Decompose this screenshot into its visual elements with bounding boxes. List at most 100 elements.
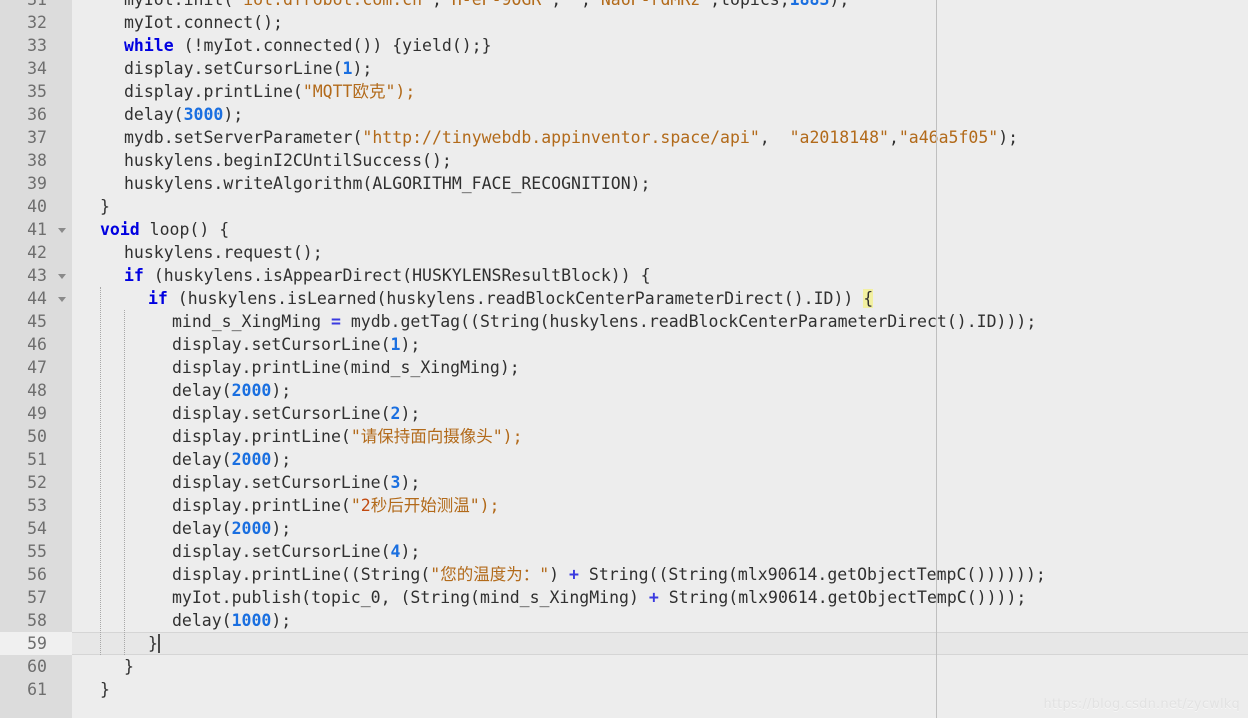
gutter-row[interactable]: 45 [0, 310, 72, 333]
gutter-row[interactable]: 59 [0, 632, 72, 655]
gutter-row[interactable]: 46 [0, 333, 72, 356]
code-line[interactable]: huskylens.writeAlgorithm(ALGORITHM_FACE_… [72, 172, 1248, 195]
code-line[interactable]: if (huskylens.isLearned(huskylens.readBl… [72, 287, 1248, 310]
gutter-row[interactable]: 41 [0, 218, 72, 241]
code-token: ); [998, 128, 1019, 147]
code-line[interactable]: display.printLine("请保持面向摄像头"); [72, 425, 1248, 448]
code-token: 请保持面向摄像头 [360, 427, 493, 446]
code-line[interactable]: while (!myIot.connected()) {yield();} [72, 34, 1248, 57]
code-line[interactable]: void loop() { [72, 218, 1248, 241]
chevron-down-icon[interactable] [58, 274, 66, 279]
code-token: , [551, 0, 561, 9]
gutter-row[interactable]: 54 [0, 517, 72, 540]
code-token: 3 [390, 473, 401, 492]
gutter-row[interactable]: 57 [0, 586, 72, 609]
code-token: ) [549, 565, 570, 584]
text-caret [157, 634, 160, 653]
code-token: "); [492, 427, 523, 446]
gutter-row[interactable]: 43 [0, 264, 72, 287]
code-line[interactable]: display.printLine(mind_s_XingMing); [72, 356, 1248, 379]
code-content-area[interactable]: myIot.init("iot.dfrobot.com.cn","H-eP-9O… [72, 0, 1248, 718]
code-line[interactable]: delay(2000); [72, 517, 1248, 540]
code-line[interactable]: } [72, 195, 1248, 218]
line-number: 52 [27, 473, 47, 492]
code-token: delay( [124, 105, 184, 124]
code-token: if [148, 289, 168, 308]
code-token: ); [352, 59, 373, 78]
line-number: 51 [27, 450, 47, 469]
code-line[interactable]: display.printLine("2秒后开始测温"); [72, 494, 1248, 517]
code-line[interactable]: display.setCursorLine(1); [72, 57, 1248, 80]
line-number-gutter[interactable]: 31 32 33 34 35 36 37 38 39 40 41 42 43 44 45 46 47 48 49 50… [0, 0, 72, 718]
code-line[interactable]: mind_s_XingMing = mydb.getTag((String(hu… [72, 310, 1248, 333]
gutter-row[interactable]: 53 [0, 494, 72, 517]
gutter-row[interactable]: 36 [0, 103, 72, 126]
gutter-row[interactable]: 49 [0, 402, 72, 425]
gutter-row[interactable]: 40 [0, 195, 72, 218]
gutter-row[interactable]: 39 [0, 172, 72, 195]
code-token: display.printLine(mind_s_XingMing); [172, 358, 520, 377]
code-token: + [648, 588, 659, 607]
gutter-row[interactable]: 34 [0, 57, 72, 80]
line-number: 46 [27, 335, 47, 354]
code-line[interactable]: myIot.init("iot.dfrobot.com.cn","H-eP-9O… [72, 0, 1248, 11]
gutter-row[interactable]: 61 [0, 678, 72, 701]
code-line[interactable]: } [72, 655, 1248, 678]
gutter-row[interactable]: 37 [0, 126, 72, 149]
line-number: 55 [27, 542, 47, 561]
code-line[interactable]: if (huskylens.isAppearDirect(HUSKYLENSRe… [72, 264, 1248, 287]
code-line[interactable]: myIot.connect(); [72, 11, 1248, 34]
gutter-row[interactable]: 38 [0, 149, 72, 172]
gutter-row[interactable]: 52 [0, 471, 72, 494]
code-line[interactable]: display.setCursorLine(3); [72, 471, 1248, 494]
code-editor[interactable]: 3132333435363738394041424344454647484950… [0, 0, 1248, 718]
code-token: display.setCursorLine( [172, 542, 391, 561]
line-number: 47 [27, 358, 47, 377]
code-line[interactable]: display.setCursorLine(4); [72, 540, 1248, 563]
gutter-row[interactable]: 42 [0, 241, 72, 264]
gutter-row[interactable]: 51 [0, 448, 72, 471]
gutter-row[interactable]: 60 [0, 655, 72, 678]
line-number: 40 [27, 197, 47, 216]
code-token: } [148, 634, 158, 653]
code-token: "Na6P-rdMRz" [591, 0, 710, 9]
line-number: 34 [27, 59, 47, 78]
code-token: 1 [342, 59, 353, 78]
code-line[interactable]: display.setCursorLine(2); [72, 402, 1248, 425]
gutter-row[interactable]: 31 [0, 0, 72, 11]
gutter-row[interactable]: 58 [0, 609, 72, 632]
gutter-row[interactable]: 33 [0, 34, 72, 57]
code-line[interactable]: display.printLine((String("您的温度为：") + St… [72, 563, 1248, 586]
code-line[interactable]: } [72, 632, 1248, 655]
code-token: , [759, 128, 790, 147]
code-token: ,topics, [710, 0, 789, 9]
gutter-row[interactable]: 50 [0, 425, 72, 448]
code-line[interactable]: display.printLine("MQTT欧克"); [72, 80, 1248, 103]
code-token: loop() { [139, 220, 230, 239]
gutter-row[interactable]: 35 [0, 80, 72, 103]
chevron-down-icon[interactable] [58, 228, 66, 233]
gutter-row[interactable]: 48 [0, 379, 72, 402]
code-line[interactable]: huskylens.beginI2CUntilSuccess(); [72, 149, 1248, 172]
gutter-row[interactable]: 55 [0, 540, 72, 563]
line-number: 42 [27, 243, 47, 262]
code-token: void [100, 220, 140, 239]
gutter-row[interactable]: 47 [0, 356, 72, 379]
code-token: 欧克 [352, 82, 386, 101]
code-token: , [432, 0, 442, 9]
code-line[interactable]: mydb.setServerParameter("http://tinywebd… [72, 126, 1248, 149]
gutter-row[interactable]: 56 [0, 563, 72, 586]
code-line[interactable]: huskylens.request(); [72, 241, 1248, 264]
gutter-row[interactable]: 44 [0, 287, 72, 310]
code-line[interactable]: delay(3000); [72, 103, 1248, 126]
code-line[interactable]: display.setCursorLine(1); [72, 333, 1248, 356]
code-line[interactable]: delay(2000); [72, 379, 1248, 402]
code-token: myIot.publish(topic_0, (String(mind_s_Xi… [172, 588, 649, 607]
watermark-text: https://blog.csdn.net/zycwlkq [1043, 697, 1240, 712]
gutter-row[interactable]: 32 [0, 11, 72, 34]
code-line[interactable]: myIot.publish(topic_0, (String(mind_s_Xi… [72, 586, 1248, 609]
code-line[interactable]: delay(1000); [72, 609, 1248, 632]
chevron-down-icon[interactable] [58, 297, 66, 302]
code-token: 4 [390, 542, 401, 561]
code-line[interactable]: delay(2000); [72, 448, 1248, 471]
